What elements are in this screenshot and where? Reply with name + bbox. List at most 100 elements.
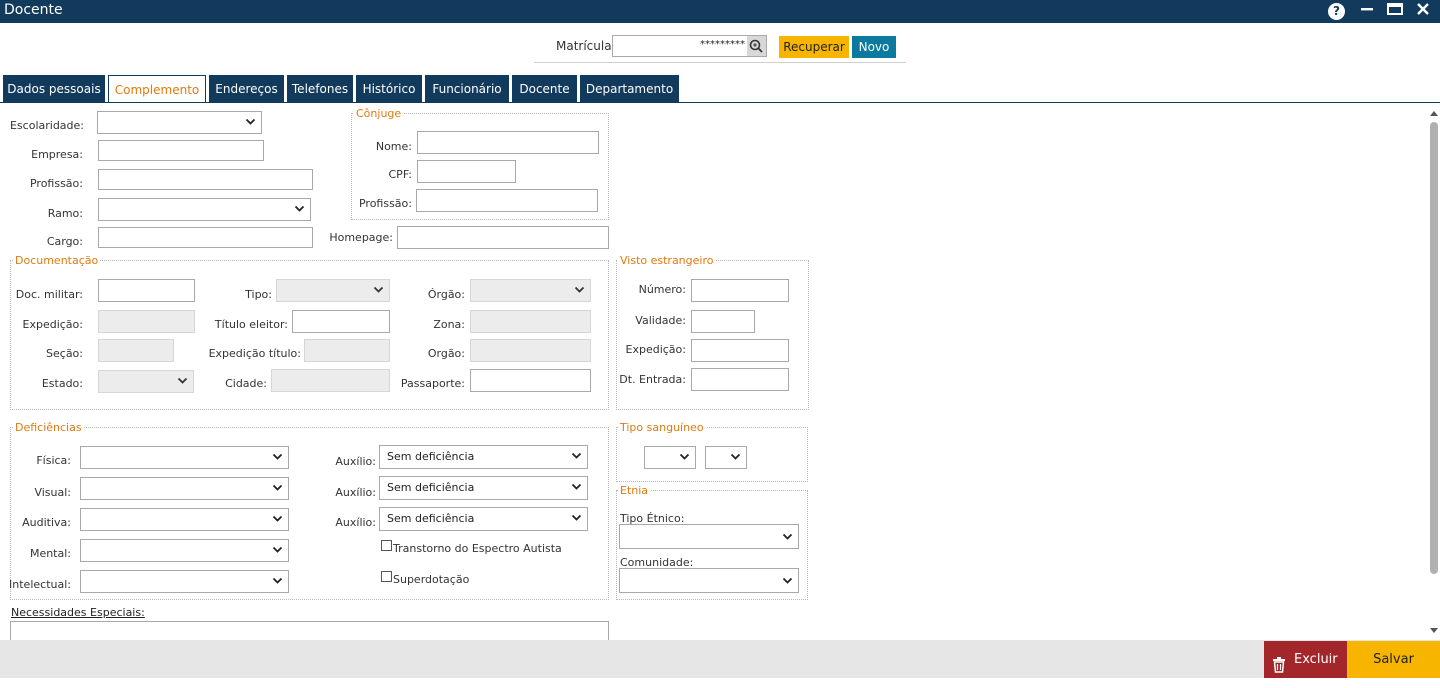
mental-select[interactable] xyxy=(80,539,289,562)
chevron-down-icon xyxy=(574,284,585,298)
zona-label: Zona: xyxy=(433,318,465,331)
maximize-icon[interactable] xyxy=(1386,2,1404,20)
conjuge-profissao-input[interactable] xyxy=(416,189,598,212)
conjuge-nome-label: Nome: xyxy=(375,140,412,153)
orgao2-input[interactable] xyxy=(470,339,591,362)
tab-complemento[interactable]: Complemento xyxy=(108,75,206,103)
auxilio-fisica-select[interactable]: Sem deficiência xyxy=(379,445,588,469)
intelectual-label: Intelectual: xyxy=(9,578,71,591)
chevron-down-icon xyxy=(571,512,582,526)
fisica-select[interactable] xyxy=(80,446,289,469)
doc-militar-label: Doc. militar: xyxy=(15,288,83,301)
auxilio-visual-value: Sem deficiência xyxy=(387,481,475,494)
documentacao-legend: Documentação xyxy=(13,254,101,267)
titulo-eleitor-input[interactable] xyxy=(292,310,390,333)
orgao-select[interactable] xyxy=(470,279,591,302)
conjuge-profissao-label: Profissão: xyxy=(358,197,412,210)
chevron-down-icon xyxy=(272,482,283,496)
passaporte-label: Passaporte: xyxy=(400,377,465,390)
deficiencias-legend: Deficiências xyxy=(13,421,84,434)
tab-enderecos[interactable]: Endereços xyxy=(209,75,284,102)
orgao-label: Órgão: xyxy=(427,288,465,301)
tab-funcionario[interactable]: Funcionário xyxy=(425,75,509,102)
estado-select[interactable] xyxy=(98,370,194,393)
scrollbar-thumb[interactable] xyxy=(1430,122,1438,574)
visual-select[interactable] xyxy=(80,477,289,500)
chevron-down-icon xyxy=(177,375,188,389)
auxilio-fisica-value: Sem deficiência xyxy=(387,450,475,463)
passaporte-input[interactable] xyxy=(470,369,591,392)
expedicao-titulo-input[interactable] xyxy=(304,339,390,362)
search-icon[interactable] xyxy=(747,36,766,56)
necessidades-textarea[interactable] xyxy=(10,621,609,640)
novo-button[interactable]: Novo xyxy=(852,36,896,58)
tab-historico[interactable]: Histórico xyxy=(356,75,422,102)
homepage-input[interactable] xyxy=(397,226,609,249)
cidade-label: Cidade: xyxy=(225,377,267,390)
conjuge-legend: Cônjuge xyxy=(354,107,404,120)
escolaridade-select[interactable] xyxy=(97,111,262,134)
auditiva-select[interactable] xyxy=(80,508,289,531)
matricula-input[interactable]: ********* xyxy=(612,35,767,57)
cidade-input[interactable] xyxy=(271,369,390,392)
tab-underline xyxy=(0,102,1440,103)
salvar-button[interactable]: Salvar xyxy=(1347,641,1440,678)
doc-expedicao-label: Expedição: xyxy=(22,318,83,331)
intelectual-select[interactable] xyxy=(80,570,289,593)
excluir-button[interactable]: Excluir xyxy=(1264,641,1347,678)
tab-telefones[interactable]: Telefones xyxy=(287,75,353,102)
profissao-input[interactable] xyxy=(98,169,313,190)
visto-legend: Visto estrangeiro xyxy=(618,254,716,267)
chevron-down-icon xyxy=(730,451,741,465)
recuperar-button[interactable]: Recuperar xyxy=(779,36,849,58)
doc-expedicao-input[interactable] xyxy=(98,310,195,333)
tipo-etnico-select[interactable] xyxy=(619,524,799,549)
tea-label: Transtorno do Espectro Autista xyxy=(393,542,562,555)
empresa-input[interactable] xyxy=(98,140,264,161)
ramo-select[interactable] xyxy=(98,198,311,221)
tipo-sanguineo-select[interactable] xyxy=(644,446,696,469)
visto-numero-input[interactable] xyxy=(691,279,789,302)
cargo-input[interactable] xyxy=(98,227,313,248)
conjuge-cpf-input[interactable] xyxy=(417,160,516,183)
zona-input[interactable] xyxy=(470,310,591,333)
visto-expedicao-input[interactable] xyxy=(691,339,789,362)
fator-rh-select[interactable] xyxy=(705,446,747,469)
tea-checkbox[interactable] xyxy=(381,540,392,551)
homepage-label: Homepage: xyxy=(329,231,393,244)
conjuge-nome-input[interactable] xyxy=(417,131,599,154)
header-divider xyxy=(534,62,906,63)
chevron-down-icon xyxy=(782,531,793,545)
visto-dt-entrada-input[interactable] xyxy=(691,368,789,391)
auxilio-visual-select[interactable]: Sem deficiência xyxy=(379,476,588,500)
minimize-icon[interactable] xyxy=(1358,2,1376,20)
superdotacao-checkbox[interactable] xyxy=(381,571,392,582)
secao-input[interactable] xyxy=(98,339,174,362)
mental-label: Mental: xyxy=(29,547,71,560)
comunidade-select[interactable] xyxy=(619,568,799,593)
tipo-sanguineo-legend: Tipo sanguíneo xyxy=(618,421,706,434)
visto-validade-input[interactable] xyxy=(691,310,755,333)
visto-numero-label: Número: xyxy=(638,283,686,296)
window-title: Docente xyxy=(4,2,63,18)
doc-militar-input[interactable] xyxy=(98,279,195,302)
tab-departamento[interactable]: Departamento xyxy=(580,75,679,102)
escolaridade-label: Escolaridade: xyxy=(9,119,84,132)
scroll-up-icon[interactable] xyxy=(1428,108,1440,118)
chevron-down-icon xyxy=(245,116,256,130)
auxilio-auditiva-select[interactable]: Sem deficiência xyxy=(379,507,588,531)
help-icon[interactable]: ? xyxy=(1328,3,1345,20)
tipo-select[interactable] xyxy=(276,279,390,302)
cargo-label: Cargo: xyxy=(46,235,83,248)
tab-dados-pessoais[interactable]: Dados pessoais xyxy=(3,75,105,102)
close-icon[interactable] xyxy=(1414,2,1432,20)
chevron-down-icon xyxy=(294,203,305,217)
chevron-down-icon xyxy=(571,481,582,495)
titulo-eleitor-label: Título eleitor: xyxy=(214,318,288,331)
orgao2-label: Orgão: xyxy=(427,347,465,360)
visto-dt-entrada-label: Dt. Entrada: xyxy=(619,373,686,386)
chevron-down-icon xyxy=(272,575,283,589)
tab-docente[interactable]: Docente xyxy=(512,75,577,102)
scroll-down-icon[interactable] xyxy=(1428,626,1440,636)
expedicao-titulo-label: Expedição título: xyxy=(208,347,301,360)
